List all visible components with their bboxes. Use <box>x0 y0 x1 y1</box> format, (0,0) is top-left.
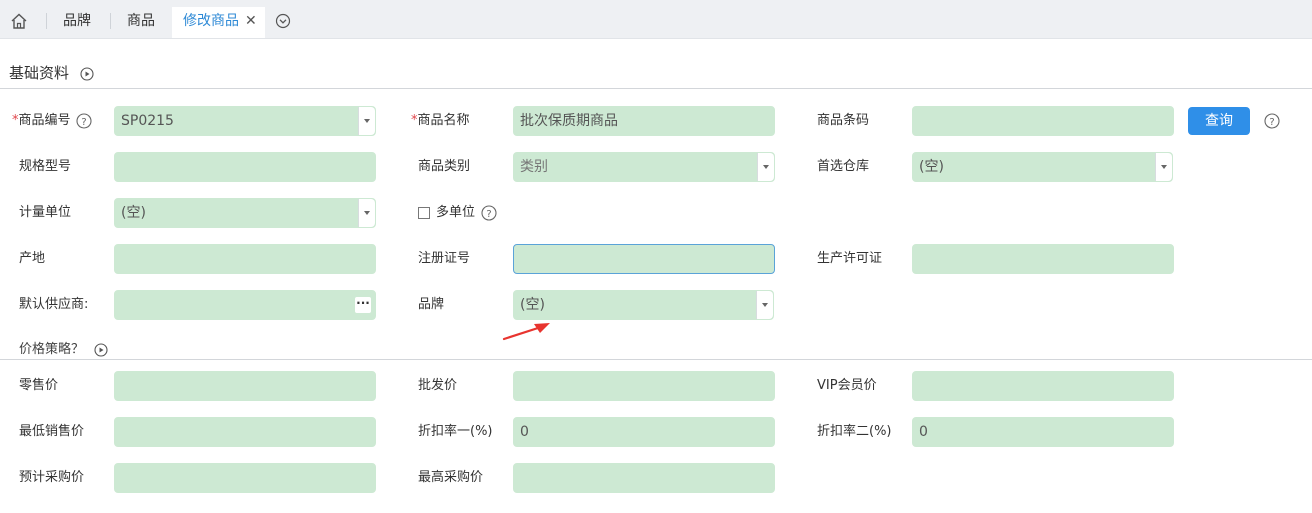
section-basic-label: 基础资料 <box>9 64 70 82</box>
tab-bar: 品牌 商品 修改商品 ✕ <box>0 0 1312 39</box>
unit-label: 计量单位 <box>19 205 72 220</box>
name-label: *商品名称 <box>411 113 470 128</box>
license-label: 生产许可证 <box>817 251 883 266</box>
section-price-title: 价格策略？ <box>19 338 108 357</box>
supplier-label: 默认供应商: <box>19 297 89 312</box>
supplier-input[interactable]: ··· <box>114 290 376 320</box>
vip-label: VIP会员价 <box>817 378 877 393</box>
wholesale-input[interactable] <box>513 371 775 401</box>
discount1-input[interactable]: 0 <box>513 417 775 447</box>
close-icon[interactable]: ✕ <box>245 7 257 36</box>
ellipsis-icon[interactable]: ··· <box>355 297 371 313</box>
svg-text:?: ? <box>81 117 86 128</box>
chevron-down-icon[interactable] <box>1155 153 1172 181</box>
est-purchase-input[interactable] <box>114 463 376 493</box>
min-sale-label: 最低销售价 <box>19 424 85 439</box>
multi-unit-checkbox[interactable] <box>418 207 430 219</box>
code-select[interactable]: SP0215 <box>114 106 376 136</box>
svg-text:?: ? <box>486 209 491 220</box>
help-icon[interactable]: ? <box>76 113 92 129</box>
spec-label: 规格型号 <box>19 159 72 174</box>
max-purchase-input[interactable] <box>513 463 775 493</box>
barcode-input[interactable] <box>912 106 1174 136</box>
brand-select[interactable]: (空) <box>513 290 774 320</box>
chevron-down-icon[interactable] <box>358 199 375 227</box>
retail-label: 零售价 <box>19 378 59 393</box>
section-divider <box>0 359 1312 360</box>
chevron-down-icon[interactable] <box>358 107 375 135</box>
warehouse-value: (空) <box>919 159 944 175</box>
multi-unit-label: 多单位 <box>436 205 476 220</box>
help-icon[interactable]: ? <box>481 205 497 221</box>
reg-input[interactable] <box>513 244 775 274</box>
query-button[interactable]: 查询 <box>1188 107 1250 135</box>
tab-product[interactable]: 商品 <box>127 7 155 38</box>
license-input[interactable] <box>912 244 1174 274</box>
reg-label: 注册证号 <box>418 251 471 266</box>
svg-text:?: ? <box>1269 117 1274 128</box>
category-label: 商品类别 <box>418 159 471 174</box>
vip-input[interactable] <box>912 371 1174 401</box>
barcode-label: 商品条码 <box>817 113 870 128</box>
home-icon[interactable] <box>10 12 28 30</box>
help-icon[interactable]: ? <box>1264 113 1280 129</box>
warehouse-select[interactable]: (空) <box>912 152 1173 182</box>
min-sale-input[interactable] <box>114 417 376 447</box>
unit-select[interactable]: (空) <box>114 198 376 228</box>
brand-value: (空) <box>520 297 545 313</box>
warehouse-label: 首选仓库 <box>817 159 870 174</box>
section-divider <box>0 88 1312 89</box>
tab-edit-product[interactable]: 修改商品 ✕ <box>172 7 265 38</box>
category-select[interactable]: 类别 <box>513 152 775 182</box>
unit-value: (空) <box>121 205 146 221</box>
origin-input[interactable] <box>114 244 376 274</box>
code-label: *商品编号 <box>12 113 71 128</box>
wholesale-label: 批发价 <box>418 378 458 393</box>
tab-label: 修改商品 <box>183 13 239 29</box>
tab-brand[interactable]: 品牌 <box>63 7 91 38</box>
annotation-arrow-icon <box>502 323 550 341</box>
discount2-label: 折扣率二(%) <box>817 424 892 439</box>
section-basic-title: 基础资料 <box>9 62 94 83</box>
name-input[interactable]: 批次保质期商品 <box>513 106 775 136</box>
code-value: SP0215 <box>121 113 174 129</box>
discount1-label: 折扣率一(%) <box>418 424 493 439</box>
chevron-down-icon[interactable] <box>756 291 773 319</box>
brand-label: 品牌 <box>418 297 445 312</box>
origin-label: 产地 <box>19 251 46 266</box>
section-price-label: 价格策略？ <box>19 342 85 357</box>
category-value: 类别 <box>520 159 548 175</box>
play-circle-icon[interactable] <box>94 342 108 357</box>
spec-input[interactable] <box>114 152 376 182</box>
est-purchase-label: 预计采购价 <box>19 470 85 485</box>
tab-separator <box>46 13 47 29</box>
max-purchase-label: 最高采购价 <box>418 470 484 485</box>
tab-separator <box>110 13 111 29</box>
discount2-input[interactable]: 0 <box>912 417 1174 447</box>
chevron-down-icon[interactable] <box>757 153 774 181</box>
retail-input[interactable] <box>114 371 376 401</box>
play-circle-icon[interactable] <box>80 66 94 81</box>
chevron-down-circle-icon[interactable] <box>275 13 291 29</box>
